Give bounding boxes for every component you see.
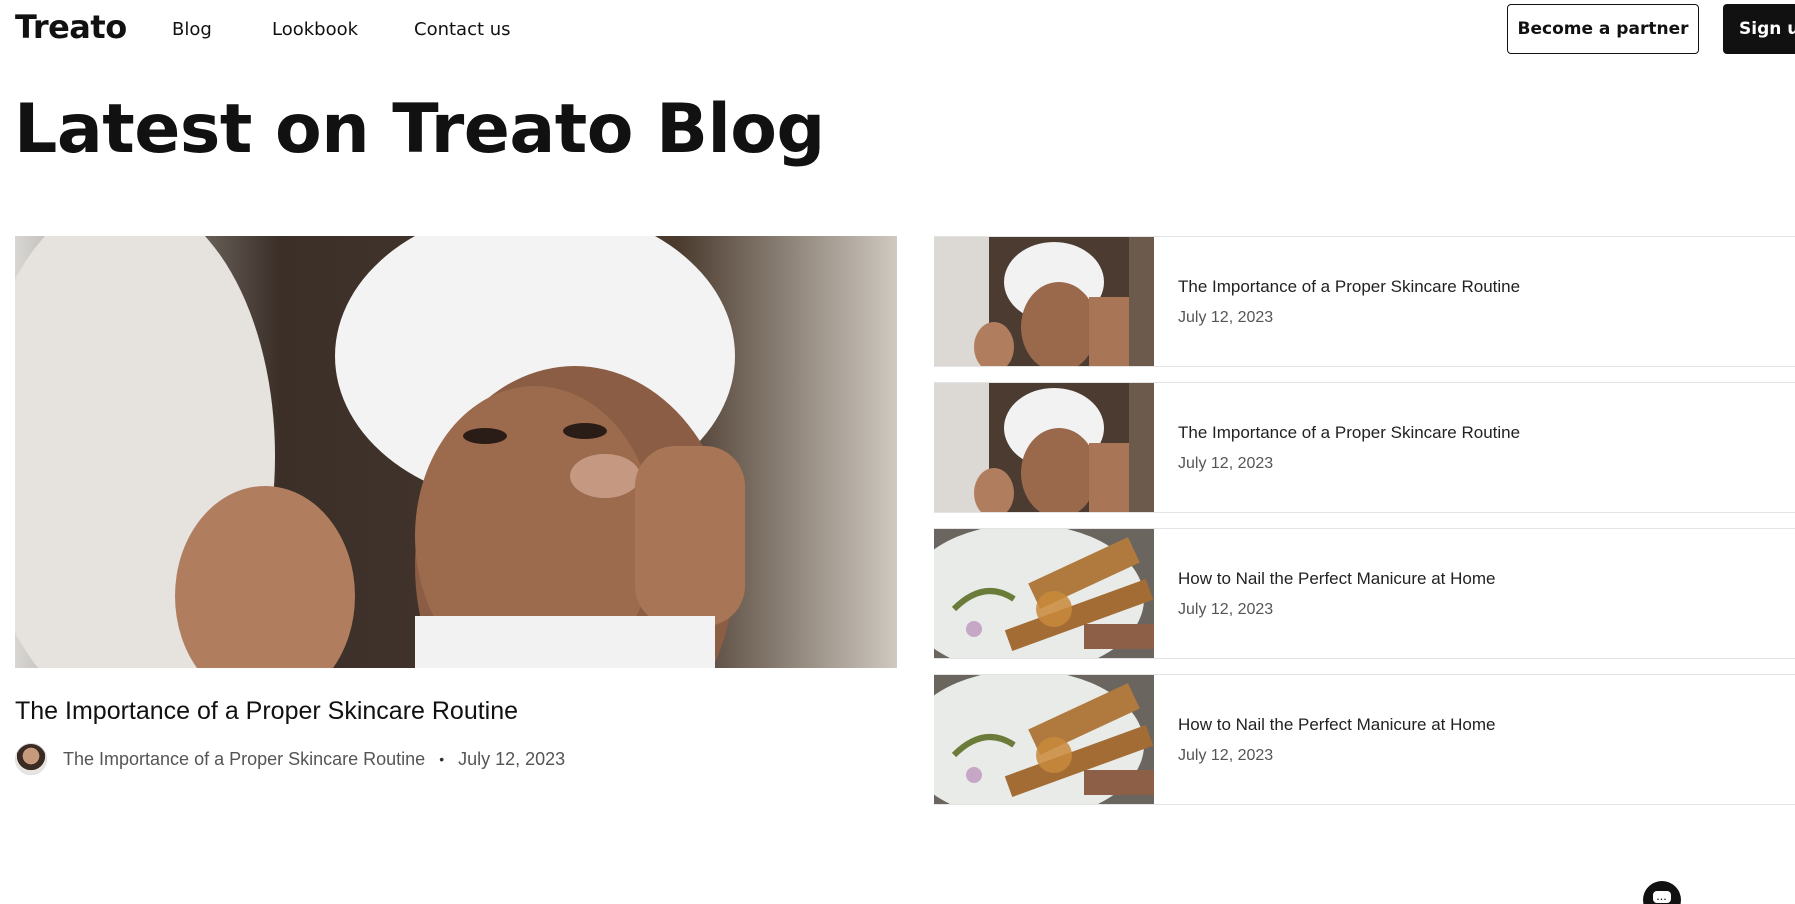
skincare-thumbnail — [934, 237, 1154, 366]
sign-up-button[interactable]: Sign up — [1723, 4, 1795, 54]
site-header: Treato Blog Lookbook Contact us Become a… — [0, 0, 1795, 58]
list-item[interactable]: The Importance of a Proper Skincare Rout… — [934, 236, 1795, 367]
skincare-thumbnail — [934, 383, 1154, 512]
list-item[interactable]: The Importance of a Proper Skincare Rout… — [934, 382, 1795, 513]
chat-button[interactable]: ... — [1643, 881, 1681, 904]
list-item-title[interactable]: How to Nail the Perfect Manicure at Home — [1178, 715, 1495, 735]
list-item-title[interactable]: The Importance of a Proper Skincare Rout… — [1178, 423, 1520, 443]
meta-separator: • — [439, 751, 445, 767]
list-item-title[interactable]: The Importance of a Proper Skincare Rout… — [1178, 277, 1520, 297]
list-item-date: July 12, 2023 — [1178, 309, 1274, 326]
featured-title[interactable]: The Importance of a Proper Skincare Rout… — [15, 697, 518, 726]
list-item-title[interactable]: How to Nail the Perfect Manicure at Home — [1178, 569, 1495, 589]
nav-lookbook[interactable]: Lookbook — [272, 19, 358, 40]
avatar — [15, 743, 47, 775]
list-item[interactable]: How to Nail the Perfect Manicure at Home… — [934, 674, 1795, 805]
list-item[interactable]: How to Nail the Perfect Manicure at Home… — [934, 528, 1795, 659]
list-item-date: July 12, 2023 — [1178, 455, 1274, 472]
featured-date: July 12, 2023 — [458, 748, 566, 769]
nav-blog[interactable]: Blog — [172, 19, 212, 40]
page-title: Latest on Treato Blog — [14, 90, 825, 169]
become-partner-button[interactable]: Become a partner — [1507, 4, 1699, 54]
list-item-date: July 12, 2023 — [1178, 601, 1274, 618]
featured-image[interactable] — [15, 236, 897, 668]
list-item-date: July 12, 2023 — [1178, 747, 1274, 764]
featured-meta: The Importance of a Proper Skincare Rout… — [15, 742, 565, 776]
nav-contact-us[interactable]: Contact us — [414, 19, 511, 40]
manicure-thumbnail — [934, 675, 1154, 804]
manicure-thumbnail — [934, 529, 1154, 658]
featured-author: The Importance of a Proper Skincare Rout… — [63, 748, 426, 769]
chat-bubble-icon: ... — [1653, 891, 1671, 903]
logo[interactable]: Treato — [15, 8, 127, 46]
